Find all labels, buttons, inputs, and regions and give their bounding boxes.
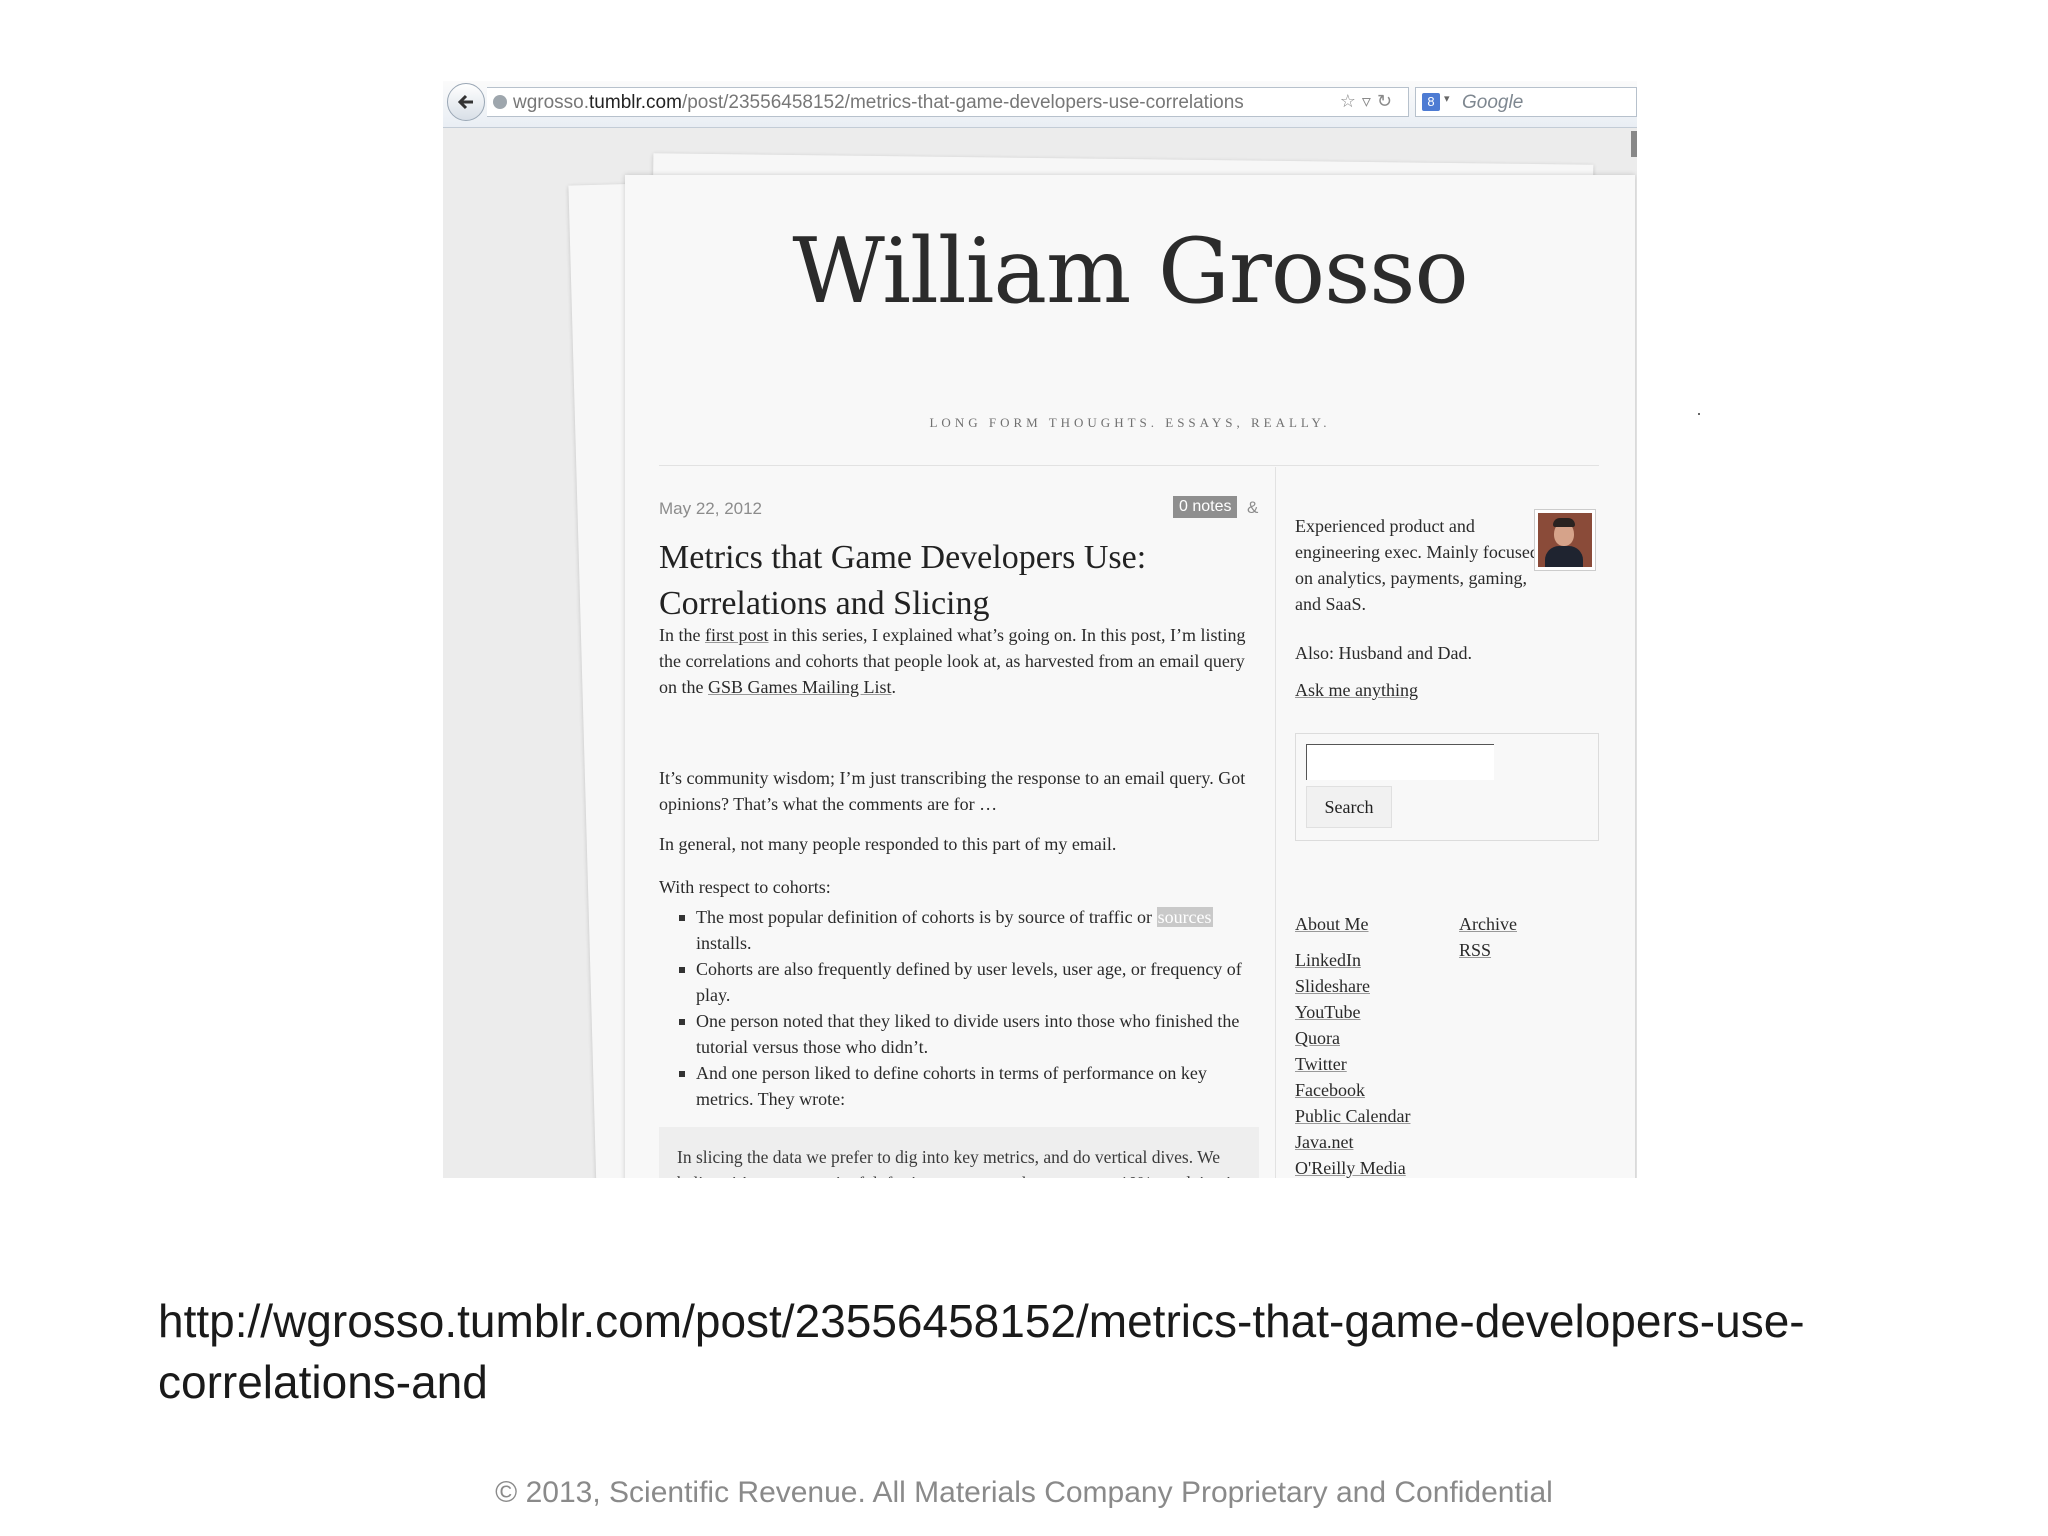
sidebar-link-archive[interactable]: Archive (1459, 911, 1517, 937)
blog-tagline: LONG FORM THOUGHTS. ESSAYS, REALLY. (929, 415, 1331, 430)
url-host: wgrosso. (513, 92, 590, 113)
column-divider (1275, 467, 1276, 1178)
sidebar-links-secondary: Archive RSS (1459, 911, 1517, 963)
post-paragraph: With respect to cohorts: (659, 877, 831, 897)
sidebar-link-facebook[interactable]: Facebook (1295, 1077, 1410, 1103)
sidebar-link-linkedin[interactable]: LinkedIn (1295, 947, 1410, 973)
blog-search-input[interactable] (1306, 744, 1494, 780)
sidebar-link-twitter[interactable]: Twitter (1295, 1051, 1410, 1077)
blog-search: Search (1295, 733, 1599, 841)
dropdown-icon[interactable]: ▿ (1362, 91, 1377, 112)
author-also: Also: Husband and Dad. (1295, 643, 1472, 663)
google-icon[interactable]: 8 (1422, 93, 1440, 111)
post-paragraph: In general, not many people responded to… (659, 834, 1117, 854)
slide-caption-url: http://wgrosso.tumblr.com/post/235564581… (158, 1295, 1805, 1408)
avatar-photo (1538, 513, 1592, 567)
sidebar-link-youtube[interactable]: YouTube (1295, 999, 1410, 1025)
avatar[interactable] (1534, 509, 1596, 571)
cohort-list: The most popular definition of cohorts i… (659, 904, 1259, 1112)
post-title: Metrics that Game Developers Use: Correl… (659, 539, 1147, 622)
list-item: The most popular definition of cohorts i… (659, 904, 1259, 956)
sidebar-link-quora[interactable]: Quora (1295, 1025, 1410, 1051)
sidebar-link-slideshare[interactable]: Slideshare (1295, 973, 1410, 999)
post-paragraph: It’s community wisdom; I’m just transcri… (659, 768, 1246, 814)
text: In the (659, 625, 705, 645)
url-path: /post/23556458152/metrics-that-game-deve… (681, 92, 1244, 113)
divider (659, 465, 1599, 466)
star-icon[interactable]: ☆ (1340, 91, 1362, 112)
search-placeholder: Google (1462, 92, 1524, 113)
list-item: Cohorts are also frequently defined by u… (659, 956, 1259, 1008)
slide-footer: © 2013, Scientific Revenue. All Material… (495, 1476, 1553, 1509)
sidebar-link-public-calendar[interactable]: Public Calendar (1295, 1103, 1410, 1129)
sidebar-links: About Me LinkedIn Slideshare YouTube Quora Tw… (1295, 911, 1410, 1178)
first-post-link[interactable]: first post (705, 625, 769, 645)
text: The most popular definition of cohorts i… (696, 907, 1157, 927)
sidebar-link-rss[interactable]: RSS (1459, 937, 1517, 963)
globe-icon (493, 95, 507, 109)
post-meta-amp: & (1247, 498, 1259, 517)
avatar-hair (1553, 518, 1575, 527)
list-item: One person noted that they liked to divi… (659, 1008, 1259, 1060)
reload-icon[interactable]: ↻ (1377, 91, 1398, 112)
sidebar-link-about-me[interactable]: About Me (1295, 911, 1410, 937)
blog-title[interactable]: William Grosso (625, 217, 1635, 327)
post-date[interactable]: May 22, 2012 (659, 499, 762, 519)
gsb-mailing-list-link[interactable]: GSB Games Mailing List (708, 677, 892, 697)
author-bio: Experienced product and engineering exec… (1295, 516, 1539, 614)
url-domain: tumblr.com (589, 92, 682, 113)
highlighted-text: sources (1156, 907, 1213, 927)
blog-page: William Grosso LONG FORM THOUGHTS. ESSAY… (625, 175, 1635, 1178)
blockquote: In slicing the data we prefer to dig int… (659, 1127, 1259, 1178)
browser-screenshot: wgrosso.tumblr.com/post/23556458152/metr… (443, 81, 1637, 1178)
search-bar[interactable]: 8 ▾ Google (1415, 87, 1637, 117)
sidebar-link-o-reilly-media[interactable]: O'Reilly Media (1295, 1155, 1410, 1178)
address-bar[interactable]: wgrosso.tumblr.com/post/23556458152/metr… (487, 87, 1409, 117)
search-engine-dropdown-icon[interactable]: ▾ (1444, 92, 1450, 105)
ask-me-anything-link[interactable]: Ask me anything (1295, 680, 1418, 701)
scrollbar-thumb[interactable] (1631, 131, 1637, 157)
search-button[interactable]: Search (1306, 786, 1392, 828)
text: installs. (696, 933, 752, 953)
text: . (891, 677, 897, 697)
sidebar-link-java-net[interactable]: Java.net (1295, 1129, 1410, 1155)
post-paragraph: In the first post in this series, I expl… (659, 622, 1259, 700)
stray-dot (1698, 413, 1700, 415)
notes-badge[interactable]: 0 notes (1173, 496, 1238, 518)
browser-toolbar: wgrosso.tumblr.com/post/23556458152/metr… (443, 81, 1637, 128)
list-item: And one person liked to define cohorts i… (659, 1060, 1259, 1112)
back-arrow-icon (457, 94, 473, 110)
address-text: wgrosso.tumblr.com/post/23556458152/metr… (513, 92, 1303, 114)
address-bar-icons: ☆▿↻ (1340, 91, 1398, 112)
avatar-shoulders (1545, 546, 1583, 567)
back-button[interactable] (447, 83, 485, 121)
